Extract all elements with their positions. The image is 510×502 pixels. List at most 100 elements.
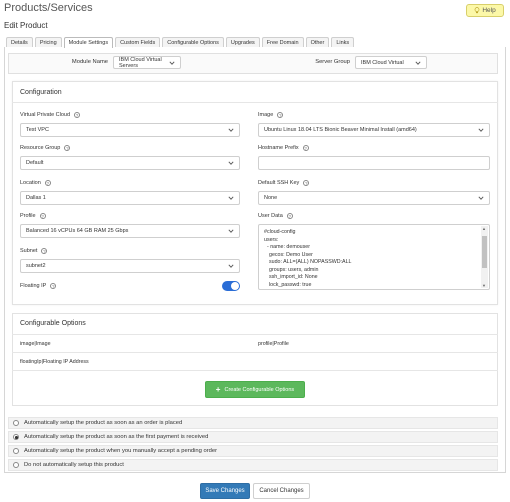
help-circle-icon[interactable]: ? [39,213,46,219]
profile-select[interactable]: Balanced 16 vCPUs 64 GB RAM 25 Gbps [20,224,240,238]
vpc-select[interactable]: Test VPC [20,123,240,137]
module-name-select[interactable]: IBM Cloud Virtual Servers [113,56,181,69]
setup-option-label: Do not automatically setup this product [24,462,124,468]
user-data-scrollbar[interactable]: ▲ ▼ [481,226,488,288]
option-row-floating-ip: floatingIp|Floating IP Address [20,359,89,365]
chevron-down-icon [415,61,421,65]
help-circle-icon[interactable]: ? [286,213,293,219]
hostname-prefix-label: Hostname Prefix? [258,145,309,151]
toggle-knob [231,282,239,290]
divider [12,352,498,353]
tab-pricing[interactable]: Pricing [34,37,62,47]
option-row-profile: profile|Profile [258,341,289,347]
image-label: Image? [258,112,284,118]
chevron-down-icon [228,196,234,200]
radio-button[interactable] [13,420,19,426]
server-group-select[interactable]: IBM Cloud Virtual [355,56,427,69]
location-label: Location? [20,180,51,186]
location-select[interactable]: Dallas 1 [20,191,240,205]
setup-option-first-payment[interactable]: Automatically setup the product as soon … [8,431,498,443]
divider [12,102,498,103]
profile-value: Balanced 16 vCPUs 64 GB RAM 25 Gbps [26,228,129,234]
lightbulb-icon [474,7,480,14]
chevron-down-icon [228,229,234,233]
setup-option-label: Automatically setup the product as soon … [24,420,183,426]
setup-option-label: Automatically setup the product when you… [24,448,218,454]
hostname-prefix-input[interactable] [258,156,490,170]
subnet-label: Subnet? [20,248,48,254]
server-group-value: IBM Cloud Virtual [361,59,404,66]
option-row-image: image|Image [20,341,51,347]
vpc-label: Virtual Private Cloud? [20,112,81,118]
user-data-line: ssh_import_id: None [269,274,318,280]
user-data-line: #cloud-config [264,229,296,235]
server-group-label: Server Group [315,59,350,65]
user-data-line: - name: demouser [267,244,310,250]
user-data-textarea[interactable]: #cloud-config users: - name: demouser ge… [258,224,490,290]
chevron-down-icon [478,196,484,200]
resource-group-select[interactable]: Default [20,156,240,170]
subnet-select[interactable]: subnet2 [20,259,240,273]
tab-details[interactable]: Details [6,37,33,47]
user-data-line: users: [264,236,279,243]
ssh-key-select[interactable]: None [258,191,490,205]
help-circle-icon[interactable]: ? [277,112,284,118]
setup-option-label: Automatically setup the product as soon … [24,434,209,440]
tab-upgrades[interactable]: Upgrades [225,37,260,47]
tab-links[interactable]: Links [331,37,355,47]
divider [12,370,498,371]
ssh-key-value: None [264,195,278,201]
help-circle-icon[interactable]: ? [41,248,48,254]
location-value: Dallas 1 [26,195,46,201]
chevron-down-icon [228,264,234,268]
image-select[interactable]: Ubuntu Linux 18.04 LTS Bionic Beaver Min… [258,123,490,137]
image-value: Ubuntu Linux 18.04 LTS Bionic Beaver Min… [264,127,417,133]
radio-button[interactable] [13,434,19,440]
setup-option-order-placed[interactable]: Automatically setup the product as soon … [8,417,498,429]
chevron-down-icon [228,128,234,132]
tab-free-domain[interactable]: Free Domain [261,37,304,47]
help-label: Help [482,7,496,14]
chevron-down-icon [169,61,175,65]
scroll-down-icon[interactable]: ▼ [482,283,486,288]
help-button[interactable]: Help [466,4,504,17]
create-configurable-options-label: Create Configurable Options [224,386,295,393]
tab-other[interactable]: Other [305,37,330,47]
floating-ip-label: Floating IP? [20,283,57,289]
chevron-down-icon [478,128,484,132]
user-data-line: groups: users, admin [269,266,319,273]
tab-custom-fields[interactable]: Custom Fields [115,37,161,47]
setup-option-manual-accept[interactable]: Automatically setup the product when you… [8,445,498,457]
help-circle-icon[interactable]: ? [64,145,71,151]
user-data-line: lock_passwd: true [269,281,312,288]
tab-configurable-options[interactable]: Configurable Options [162,37,224,47]
radio-button[interactable] [13,462,19,468]
help-circle-icon[interactable]: ? [74,112,81,118]
scrollbar-thumb[interactable] [482,236,487,268]
help-circle-icon[interactable]: ? [302,145,309,151]
chevron-down-icon [228,161,234,165]
profile-label: Profile? [20,213,46,219]
setup-option-no-auto-setup[interactable]: Do not automatically setup this product [8,459,498,471]
scroll-up-icon[interactable]: ▲ [482,226,486,231]
user-data-line: gecos: Demo User [269,251,313,258]
help-circle-icon[interactable]: ? [44,180,51,186]
module-name-label: Module Name [71,59,108,65]
ssh-key-label: Default SSH Key? [258,180,310,186]
create-configurable-options-button[interactable]: + Create Configurable Options [205,381,305,398]
save-changes-button[interactable]: Save Changes [200,483,250,499]
vpc-value: Test VPC [26,127,49,133]
configurable-options-title: Configurable Options [20,320,86,327]
user-data-line: sudo: ALL=(ALL) NOPASSWD:ALL [269,259,352,265]
subnet-value: subnet2 [26,263,46,269]
page-title: Products/Services [4,2,93,14]
help-circle-icon[interactable]: ? [50,283,57,289]
divider [12,334,498,335]
help-circle-icon[interactable]: ? [303,180,310,186]
resource-group-label: Resource Group? [20,145,71,151]
floating-ip-toggle[interactable] [222,281,240,291]
page-subtitle: Edit Product [4,21,48,30]
user-data-label: User Data? [258,213,293,219]
cancel-changes-button[interactable]: Cancel Changes [253,483,310,499]
radio-button[interactable] [13,448,19,454]
